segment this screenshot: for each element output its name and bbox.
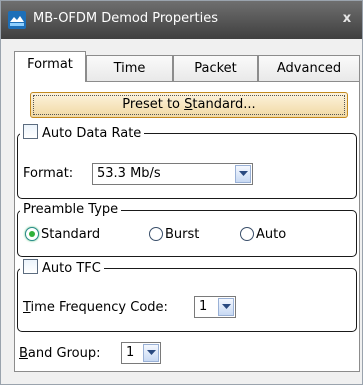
auto-tfc-checkbox[interactable]	[23, 259, 38, 274]
radio-label-burst: Burst	[165, 227, 200, 242]
auto-tfc-toggle[interactable]: Auto TFC	[20, 259, 104, 278]
tfc-value: 1	[199, 299, 208, 314]
format-panel: Preset to Standard... Auto Data Rate For…	[14, 81, 360, 372]
preamble-type-legend: Preamble Type	[20, 201, 122, 219]
radio-button-auto[interactable]	[240, 227, 254, 241]
window-title: MB-OFDM Demod Properties	[33, 11, 218, 26]
time-frequency-code-label: Time Frequency Code:	[23, 300, 168, 315]
data-rate-group: Auto Data Rate Format: 53.3 Mb/s	[17, 124, 357, 199]
auto-tfc-label: Auto TFC	[42, 261, 101, 276]
tab-advanced[interactable]: Advanced	[258, 55, 360, 81]
tab-bar: Format Time Packet Advanced	[1, 51, 362, 82]
time-frequency-code-select[interactable]: 1	[194, 296, 236, 318]
radio-button-standard[interactable]	[25, 227, 39, 241]
auto-data-rate-checkbox[interactable]	[23, 124, 38, 139]
chevron-down-icon[interactable]	[143, 344, 159, 362]
tab-label: Advanced	[276, 61, 342, 76]
tab-format[interactable]: Format	[14, 51, 86, 82]
radio-label-auto: Auto	[256, 227, 287, 242]
band-group-select[interactable]: 1	[121, 342, 161, 364]
radio-label-standard: Standard	[41, 227, 101, 242]
radio-button-burst[interactable]	[149, 227, 163, 241]
tab-packet[interactable]: Packet	[173, 55, 258, 81]
properties-window: MB-OFDM Demod Properties x Format Time P…	[0, 0, 363, 385]
tab-label: Packet	[194, 61, 237, 76]
close-icon[interactable]: x	[338, 10, 356, 28]
band-group-value: 1	[126, 345, 135, 360]
title-bar[interactable]: MB-OFDM Demod Properties x	[1, 1, 362, 39]
tab-label: Time	[113, 61, 146, 76]
chevron-down-icon[interactable]	[218, 298, 234, 316]
preset-to-standard-button[interactable]: Preset to Standard...	[30, 92, 348, 118]
tab-label: Format	[27, 57, 73, 72]
tab-time[interactable]: Time	[86, 55, 173, 81]
radio-option-burst[interactable]: Burst	[149, 227, 199, 242]
auto-data-rate-toggle[interactable]: Auto Data Rate	[20, 124, 145, 143]
format-label: Format:	[23, 166, 74, 181]
radio-option-auto[interactable]: Auto	[240, 227, 286, 242]
app-icon	[8, 11, 26, 29]
auto-data-rate-label: Auto Data Rate	[42, 126, 142, 141]
preamble-type-group: Preamble Type Standard Burst Auto	[17, 201, 357, 257]
format-value: 53.3 Mb/s	[97, 166, 161, 181]
format-select[interactable]: 53.3 Mb/s	[92, 163, 253, 185]
preset-button-label: Preset to Standard...	[122, 97, 256, 112]
tfc-group: Auto TFC Time Frequency Code: 1	[17, 259, 357, 332]
radio-option-standard[interactable]: Standard	[25, 227, 100, 242]
band-group-label: Band Group:	[19, 346, 101, 361]
chevron-down-icon[interactable]	[235, 165, 251, 183]
